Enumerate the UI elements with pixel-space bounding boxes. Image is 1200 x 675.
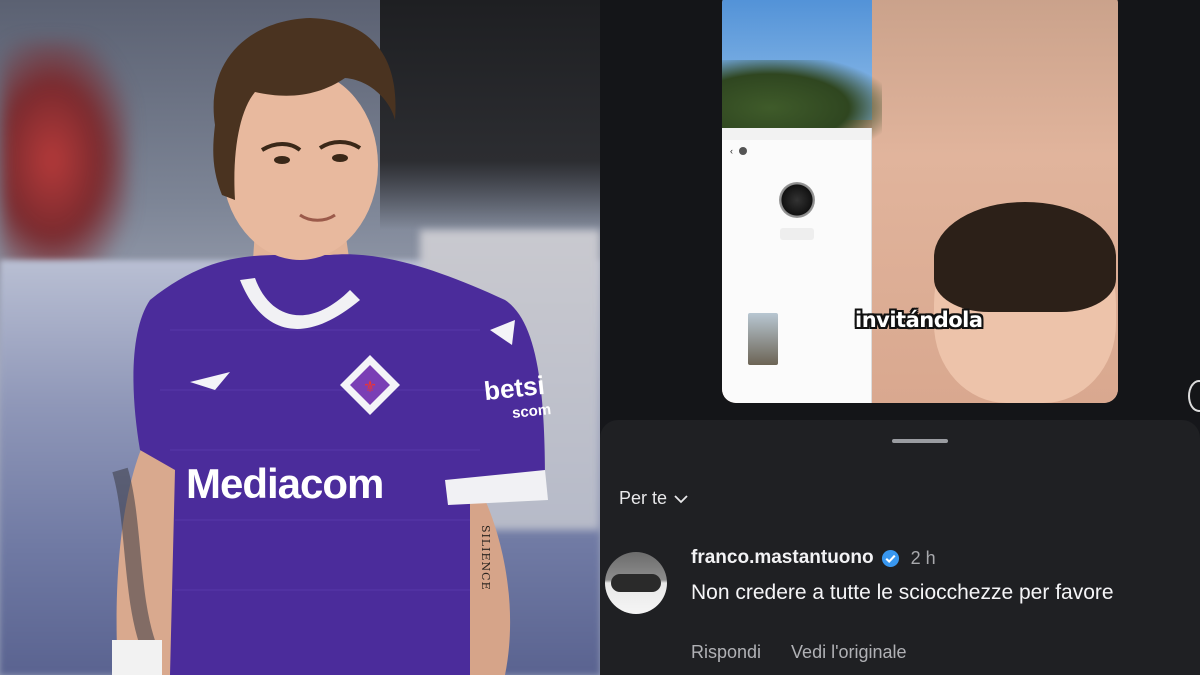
embedded-dm-screenshot: ‹ [722, 128, 872, 403]
comment-item: franco.mastantuono 2 h Non credere a tut… [605, 547, 1195, 675]
player-figure: ⚜ [112, 18, 548, 675]
chevron-down-icon [674, 494, 688, 503]
side-handle-icon [1188, 380, 1200, 412]
comment-filter-dropdown[interactable]: Per te [619, 488, 689, 509]
sheet-drag-handle[interactable] [892, 439, 948, 443]
comment-text: Non credere a tutte le sciocchezze per f… [691, 581, 1114, 604]
svg-text:⚜: ⚜ [363, 377, 377, 396]
comment-timestamp: 2 h [910, 547, 936, 568]
video-area: ‹ invitándola [600, 0, 1200, 420]
avatar[interactable] [605, 552, 667, 614]
comment-header: franco.mastantuono 2 h [691, 547, 936, 569]
embedded-profile-avatar [778, 182, 815, 218]
embedded-chat-header: ‹ [722, 140, 871, 162]
comments-sheet: Per te franco.mastantuono 2 h Non creder… [600, 420, 1200, 675]
embedded-status-bar [722, 128, 871, 140]
comment-username[interactable]: franco.mastantuono [691, 547, 874, 569]
verified-badge-icon [881, 549, 899, 567]
comment-actions: Rispondi Vedi l'originale [691, 642, 907, 663]
video-card[interactable]: ‹ invitándola [722, 0, 1118, 403]
see-original-button[interactable]: Vedi l'originale [791, 642, 907, 663]
filter-label: Per te [619, 488, 668, 508]
reply-button[interactable]: Rispondi [691, 642, 761, 663]
embedded-view-profile-button [779, 228, 814, 240]
video-caption: invitándola [855, 308, 983, 332]
mini-avatar-icon [739, 147, 747, 155]
video-person-boy-hair [934, 202, 1116, 312]
instagram-screenshot: ‹ invitándola Per te franco.mastantuono … [600, 0, 1200, 675]
arm-tattoo-text: SILIENCE [479, 525, 492, 591]
back-arrow-icon: ‹ [730, 146, 733, 156]
jersey-sponsor: Mediacom [186, 460, 384, 507]
embedded-shared-media [748, 313, 778, 365]
player-photo: ⚜ Mediacom betsi scom SILIENCE [0, 0, 600, 675]
